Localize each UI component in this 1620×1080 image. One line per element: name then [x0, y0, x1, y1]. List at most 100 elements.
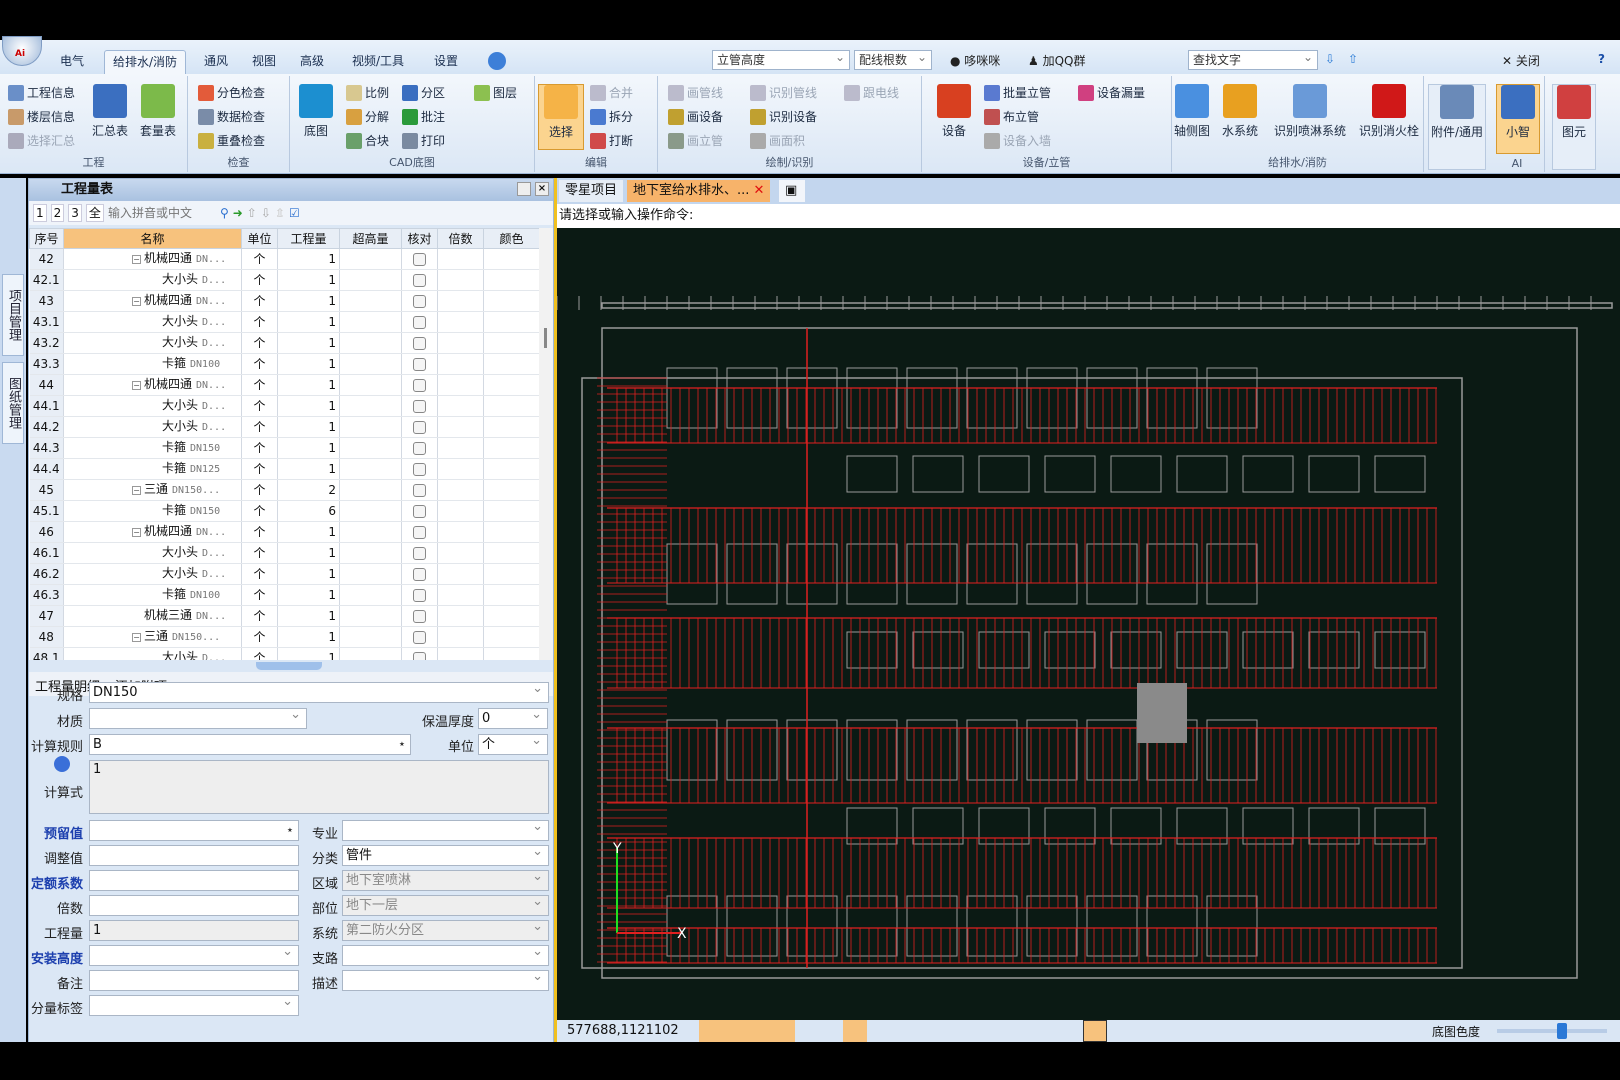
find-text-input[interactable]: 查找文字 — [1188, 48, 1318, 70]
level-all-button[interactable]: 全 — [85, 204, 104, 222]
tab-basement-drawing[interactable]: 地下室给水排水、... ✕ — [627, 180, 771, 202]
table-row[interactable]: 43− 机械四通 DN... 个 1 — [29, 290, 539, 312]
scale-button[interactable]: 比例 — [346, 84, 389, 101]
table-row[interactable]: 44.1 大小头 D... 个 1 — [29, 395, 539, 417]
table-row[interactable]: 44− 机械四通 DN... 个 1 — [29, 374, 539, 396]
verify-checkbox[interactable] — [413, 421, 426, 434]
system-field[interactable]: 第二防火分区 — [342, 917, 549, 941]
pin-icon[interactable] — [517, 182, 531, 196]
grid-toggle-icon[interactable] — [699, 1020, 723, 1042]
polar-toggle-icon[interactable] — [795, 1020, 819, 1042]
qq-group-link[interactable]: ♟ 加QQ群 — [1028, 52, 1085, 69]
close-panel-icon[interactable]: × — [535, 182, 549, 196]
quantity-table-button[interactable]: 套量表 — [136, 84, 180, 139]
data-check-button[interactable]: 数据检查 — [198, 108, 265, 125]
equipment-button[interactable]: 设备 — [934, 84, 974, 139]
move-down-icon[interactable]: ⇩ — [261, 206, 271, 220]
tag-field[interactable] — [89, 992, 299, 1016]
draw-riser-button[interactable]: 画立管 — [668, 132, 723, 149]
row-name-cell[interactable]: − 三通 DN150... — [63, 479, 242, 501]
table-row[interactable]: 45.1 卡箍 DN150 个 6 — [29, 500, 539, 522]
table-row[interactable]: 48− 三通 DN150... 个 1 — [29, 626, 539, 648]
arrow-up-icon[interactable]: ⇧ — [1348, 52, 1358, 66]
remark-field[interactable] — [89, 970, 299, 991]
adjust-field[interactable] — [89, 845, 299, 866]
verify-checkbox[interactable] — [413, 652, 426, 660]
column-header[interactable]: 倍数 — [437, 228, 484, 249]
row-name-cell[interactable]: − 机械四通 DN... — [63, 521, 242, 543]
table-row[interactable]: 42− 机械四通 DN... 个 1 — [29, 248, 539, 270]
element-button[interactable]: 图元 — [1552, 84, 1596, 170]
row-name-cell[interactable]: 大小头 D... — [63, 311, 242, 333]
table-row[interactable]: 44.2 大小头 D... 个 1 — [29, 416, 539, 438]
table-row[interactable]: 48.1 大小头 D... 个 1 — [29, 647, 539, 660]
line-toggle-icon[interactable] — [891, 1020, 915, 1042]
level-1-button[interactable]: 1 — [33, 204, 47, 222]
multiple-field[interactable] — [89, 895, 299, 916]
verify-checkbox[interactable] — [413, 442, 426, 455]
column-header[interactable]: 名称 — [63, 228, 242, 249]
verify-checkbox[interactable] — [413, 337, 426, 350]
row-name-cell[interactable]: 机械三通 DN... — [63, 605, 242, 627]
column-header[interactable]: 序号 — [29, 228, 64, 249]
check-list-icon[interactable]: ☑ — [289, 206, 300, 220]
move-up-icon[interactable]: ⇧ — [247, 206, 257, 220]
draw-equipment-button[interactable]: 画设备 — [668, 108, 723, 125]
draw-pipe-button[interactable]: 画管线 — [668, 84, 723, 101]
slider-thumb[interactable] — [1557, 1023, 1567, 1039]
quota-field[interactable] — [89, 870, 299, 891]
draw-area-button[interactable]: 画面积 — [750, 132, 805, 149]
batch-riser-button[interactable]: 批量立管 — [984, 84, 1051, 101]
collapse-icon[interactable]: − — [132, 633, 141, 642]
duomi-link[interactable]: ● 哆咪咪 — [950, 52, 1000, 69]
area-field[interactable]: 地下室喷淋 — [342, 867, 549, 891]
reserve-field[interactable] — [89, 820, 299, 841]
column-header[interactable]: 核对 — [401, 228, 438, 249]
overlap-check-button[interactable]: 重叠检查 — [198, 132, 265, 149]
row-name-cell[interactable]: 大小头 D... — [63, 647, 242, 660]
verify-checkbox[interactable] — [413, 589, 426, 602]
equipment-missing-button[interactable]: 设备漏量 — [1078, 84, 1145, 101]
riser-height-combo[interactable]: 立管高度 — [712, 48, 850, 70]
material-field[interactable] — [89, 705, 307, 729]
xiaozhi-ai-button[interactable]: 小智 — [1496, 84, 1540, 154]
menu-tab-1[interactable]: 给排水/消防 — [104, 50, 187, 74]
verify-checkbox[interactable] — [413, 631, 426, 644]
menu-tab-3[interactable]: 视图 — [244, 50, 284, 74]
verify-checkbox[interactable] — [413, 505, 426, 518]
help-icon[interactable]: ? — [1598, 52, 1605, 66]
menu-tab-0[interactable]: 电气 — [52, 50, 92, 74]
table-row[interactable]: 46.2 大小头 D... 个 1 — [29, 563, 539, 585]
table-row[interactable]: 43.1 大小头 D... 个 1 — [29, 311, 539, 333]
row-name-cell[interactable]: − 机械四通 DN... — [63, 290, 242, 312]
bg-color-slider[interactable] — [1497, 1023, 1607, 1039]
table-row[interactable]: 47 机械三通 DN... 个 1 — [29, 605, 539, 627]
grid-scrollbar[interactable] — [539, 228, 553, 660]
verify-checkbox[interactable] — [413, 547, 426, 560]
column-header[interactable]: 颜色 — [483, 228, 539, 249]
table-row[interactable]: 45− 三通 DN150... 个 2 — [29, 479, 539, 501]
menu-tab-4[interactable]: 高级 — [292, 50, 332, 74]
break-button[interactable]: 打断 — [590, 132, 633, 149]
rect-toggle-icon[interactable] — [723, 1020, 747, 1042]
summary-table-button[interactable]: 汇总表 — [90, 84, 130, 139]
ortho2-toggle-icon[interactable] — [1083, 1020, 1107, 1042]
pen-toggle-icon[interactable] — [915, 1020, 939, 1042]
identify-sprinkler-button[interactable]: 识别喷淋系统 — [1268, 84, 1352, 139]
delete-icon[interactable]: ⇭ — [275, 206, 285, 220]
desc-field[interactable] — [342, 967, 549, 991]
row-name-cell[interactable]: 卡箍 DN100 — [63, 584, 242, 606]
verify-checkbox[interactable] — [413, 316, 426, 329]
step-toggle-icon[interactable] — [1107, 1020, 1131, 1042]
verify-checkbox[interactable] — [413, 274, 426, 287]
row-name-cell[interactable]: − 三通 DN150... — [63, 626, 242, 648]
floor-info-button[interactable]: 楼层信息 — [8, 108, 75, 125]
major-field[interactable] — [342, 817, 549, 841]
formula-field[interactable]: 1 — [89, 760, 549, 814]
verify-checkbox[interactable] — [413, 379, 426, 392]
track-toggle-icon[interactable] — [819, 1020, 843, 1042]
axonometric-button[interactable]: 轴侧图 — [1170, 84, 1214, 139]
collapse-ribbon-icon[interactable] — [488, 52, 506, 70]
qty-field[interactable]: 1 — [89, 920, 299, 941]
collapse-icon[interactable]: − — [132, 255, 141, 264]
